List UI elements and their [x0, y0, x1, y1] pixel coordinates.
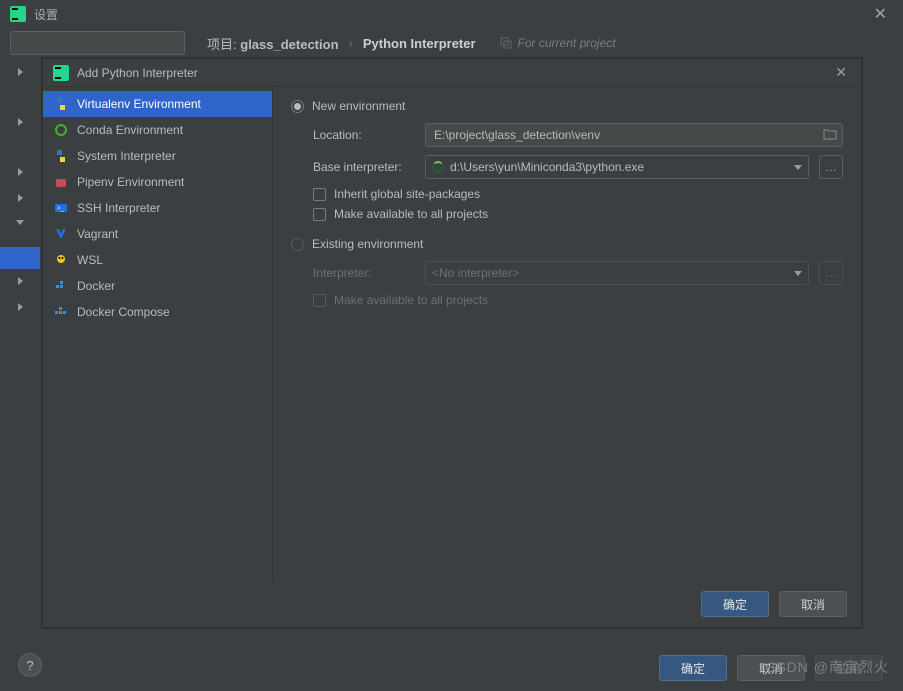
- env-item-label: Vagrant: [77, 227, 118, 241]
- make-available-checkbox-row-existing: Make available to all projects: [313, 293, 843, 307]
- location-label: Location:: [313, 128, 415, 142]
- env-item-conda[interactable]: Conda Environment: [43, 117, 272, 143]
- settings-ok-button[interactable]: 确定: [659, 655, 727, 681]
- python-icon: [53, 96, 69, 112]
- existing-interpreter-combo: <No interpreter>: [425, 261, 809, 285]
- tree-expand-icon[interactable]: [18, 168, 23, 176]
- location-input[interactable]: E:\project\glass_detection\venv: [425, 123, 843, 147]
- chevron-down-icon: [794, 271, 802, 276]
- browse-button: …: [819, 261, 843, 285]
- cancel-button[interactable]: 取消: [779, 591, 847, 617]
- docker-icon: [53, 278, 69, 294]
- base-interpreter-combo[interactable]: d:\Users\yun\Miniconda3\python.exe: [425, 155, 809, 179]
- make-available-label: Make available to all projects: [334, 293, 488, 307]
- checkbox-icon: [313, 208, 326, 221]
- env-item-wsl[interactable]: WSL: [43, 247, 272, 273]
- tree-selected-row-bg: [0, 247, 40, 269]
- interpreter-form: New environment Location: E:\project\gla…: [273, 87, 861, 581]
- pipenv-icon: [53, 174, 69, 190]
- env-item-label: Virtualenv Environment: [77, 97, 201, 111]
- env-item-vagrant[interactable]: Vagrant: [43, 221, 272, 247]
- env-item-pipenv[interactable]: Pipenv Environment: [43, 169, 272, 195]
- env-item-system[interactable]: System Interpreter: [43, 143, 272, 169]
- tree-expand-icon[interactable]: [18, 277, 23, 285]
- chevron-right-icon: ›: [349, 36, 353, 51]
- make-available-label: Make available to all projects: [334, 207, 488, 221]
- vagrant-icon: [53, 226, 69, 242]
- checkbox-icon: [313, 294, 326, 307]
- existing-environment-label: Existing environment: [312, 237, 423, 251]
- inherit-label: Inherit global site-packages: [334, 187, 480, 201]
- dialog-close-icon[interactable]: ✕: [831, 64, 851, 81]
- docker-compose-icon: [53, 304, 69, 320]
- settings-close-icon[interactable]: ✕: [868, 4, 893, 24]
- settings-header-row: 项目: glass_detection › Python Interpreter…: [0, 28, 903, 58]
- add-interpreter-dialog: Add Python Interpreter ✕ Virtualenv Envi…: [42, 58, 862, 628]
- dialog-title: Add Python Interpreter: [77, 66, 198, 80]
- radio-icon: [291, 238, 304, 251]
- pycharm-app-icon: [10, 6, 26, 22]
- env-item-docker-compose[interactable]: Docker Compose: [43, 299, 272, 325]
- tree-expand-icon[interactable]: [18, 68, 23, 76]
- env-item-virtualenv[interactable]: Virtualenv Environment: [43, 91, 272, 117]
- settings-titlebar: 设置 ✕: [0, 0, 903, 28]
- ok-button[interactable]: 确定: [701, 591, 769, 617]
- help-button[interactable]: ?: [18, 653, 42, 677]
- settings-search-input[interactable]: [10, 31, 185, 55]
- conda-icon: [53, 122, 69, 138]
- inherit-checkbox-row[interactable]: Inherit global site-packages: [313, 187, 843, 201]
- existing-environment-radio-row[interactable]: Existing environment: [291, 237, 843, 251]
- new-environment-label: New environment: [312, 99, 405, 113]
- tree-expand-icon[interactable]: [18, 194, 23, 202]
- base-interpreter-label: Base interpreter:: [313, 160, 415, 174]
- tree-expand-icon[interactable]: [18, 303, 23, 311]
- env-item-label: Pipenv Environment: [77, 175, 184, 189]
- search-input-wrap: [10, 31, 185, 55]
- radio-icon: [291, 100, 304, 113]
- checkbox-icon: [313, 188, 326, 201]
- settings-apply-button[interactable]: 应用: [815, 655, 883, 681]
- linux-icon: [53, 252, 69, 268]
- settings-footer: 确定 取消 应用: [659, 655, 883, 681]
- dialog-footer: 确定 取消: [43, 581, 861, 627]
- settings-tree-gutter: [0, 58, 40, 311]
- tree-collapse-icon[interactable]: [16, 220, 24, 225]
- env-item-label: System Interpreter: [77, 149, 176, 163]
- svg-text:>_: >_: [57, 206, 65, 212]
- settings-title: 设置: [34, 6, 58, 23]
- loading-spinner-icon: [432, 161, 444, 173]
- browse-button[interactable]: …: [819, 155, 843, 179]
- env-type-list: Virtualenv Environment Conda Environment…: [43, 87, 273, 581]
- breadcrumb: 项目: glass_detection › Python Interpreter: [207, 34, 476, 53]
- env-item-docker[interactable]: Docker: [43, 273, 272, 299]
- interpreter-label: Interpreter:: [313, 266, 415, 280]
- env-item-ssh[interactable]: >_ SSH Interpreter: [43, 195, 272, 221]
- chevron-down-icon: [794, 165, 802, 170]
- breadcrumb-page: Python Interpreter: [363, 36, 476, 51]
- env-item-label: Conda Environment: [77, 123, 183, 137]
- env-item-label: SSH Interpreter: [77, 201, 160, 215]
- python-icon: [53, 148, 69, 164]
- new-environment-radio-row[interactable]: New environment: [291, 99, 843, 113]
- ssh-icon: >_: [53, 200, 69, 216]
- settings-cancel-button[interactable]: 取消: [737, 655, 805, 681]
- breadcrumb-project-label: 项目: glass_detection: [207, 34, 339, 53]
- env-item-label: WSL: [77, 253, 103, 267]
- make-available-checkbox-row[interactable]: Make available to all projects: [313, 207, 843, 221]
- folder-icon[interactable]: [823, 127, 837, 141]
- pycharm-app-icon: [53, 65, 69, 81]
- dialog-titlebar: Add Python Interpreter ✕: [43, 59, 861, 87]
- env-item-label: Docker: [77, 279, 115, 293]
- for-current-project-label: For current project: [500, 36, 616, 50]
- tree-expand-icon[interactable]: [18, 118, 23, 126]
- env-item-label: Docker Compose: [77, 305, 170, 319]
- copy-icon: [500, 37, 512, 49]
